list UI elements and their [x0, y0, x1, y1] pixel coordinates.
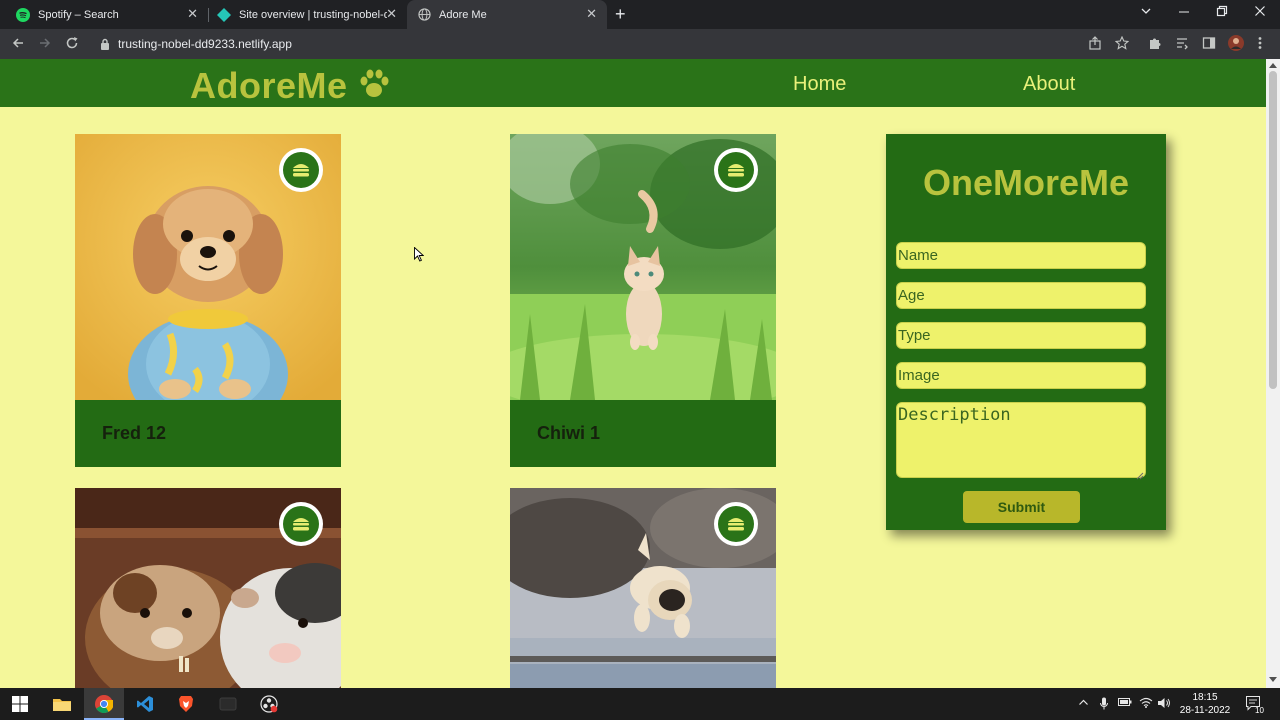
add-pet-form: OneMoreMe Submit [886, 134, 1166, 530]
description-textarea[interactable] [896, 402, 1146, 478]
extensions-puzzle-icon[interactable] [1148, 36, 1162, 53]
wifi-icon[interactable] [1139, 697, 1153, 712]
resize-handle-icon[interactable] [1136, 467, 1144, 480]
spotify-icon [16, 7, 30, 22]
name-input[interactable] [896, 242, 1146, 269]
pet-name-label: Fred 12 [102, 423, 167, 443]
tab-title: Spotify – Search [38, 8, 119, 21]
windows-start-icon[interactable] [10, 694, 30, 714]
scroll-down-arrow-icon[interactable] [1269, 677, 1277, 682]
profile-avatar[interactable] [1228, 35, 1244, 54]
window-close-icon[interactable] [1254, 5, 1266, 20]
burger-menu-badge-icon[interactable] [714, 148, 758, 192]
restore-icon[interactable] [1216, 5, 1228, 20]
brand-name: AdoreMe [190, 65, 348, 106]
system-clock[interactable]: 18:15 28-11-2022 [1176, 691, 1234, 717]
battery-icon[interactable] [1118, 697, 1132, 711]
notification-count-badge: 10 [1255, 706, 1264, 715]
lock-icon[interactable] [100, 37, 110, 55]
burger-icon [283, 506, 319, 542]
scroll-up-arrow-icon[interactable] [1269, 63, 1277, 68]
browser-toolbar: trusting-nobel-dd9233.netlify.app [0, 29, 1280, 59]
brave-icon[interactable] [176, 694, 196, 714]
address-bar[interactable]: trusting-nobel-dd9233.netlify.app [118, 37, 292, 51]
tab-title: Adore Me [439, 8, 487, 21]
new-tab-button[interactable]: + [615, 5, 626, 23]
tab-spotify[interactable]: Spotify – Search ✕ [8, 0, 208, 29]
file-explorer-icon[interactable] [52, 694, 72, 714]
burger-icon [718, 152, 754, 188]
burger-menu-badge-icon[interactable] [279, 148, 323, 192]
tab-close-icon[interactable]: ✕ [586, 7, 597, 21]
mouse-cursor-icon [414, 246, 425, 267]
globe-icon [417, 8, 431, 22]
share-icon[interactable] [1088, 36, 1102, 53]
bookmark-star-icon[interactable] [1114, 35, 1130, 53]
pet-card[interactable]: Chiwi 1 [510, 134, 776, 467]
pet-card[interactable] [75, 488, 341, 688]
paw-icon [358, 69, 390, 104]
side-panel-icon[interactable] [1202, 36, 1216, 53]
netlify-icon [217, 7, 231, 22]
burger-menu-badge-icon[interactable] [279, 502, 323, 546]
forward-arrow-icon[interactable] [38, 36, 52, 53]
back-arrow-icon[interactable] [11, 36, 25, 53]
age-input[interactable] [896, 282, 1146, 309]
form-title: OneMoreMe [922, 162, 1130, 203]
clock-date: 28-11-2022 [1179, 705, 1231, 716]
vscode-icon[interactable] [135, 694, 155, 714]
type-input[interactable] [896, 322, 1146, 349]
app-window-icon[interactable] [218, 694, 238, 714]
chrome-icon[interactable] [94, 694, 114, 714]
tab-search-chevron-icon[interactable] [1140, 5, 1152, 20]
tab-adore-me[interactable]: Adore Me ✕ [407, 0, 607, 29]
reload-icon[interactable] [65, 36, 79, 53]
speaker-volume-icon[interactable] [1157, 697, 1171, 713]
nav-home-link[interactable]: Home [793, 73, 846, 96]
clock-time: 18:15 [1192, 692, 1218, 703]
tab-title: Site overview | trusting-nobel-dd [239, 8, 387, 21]
reading-list-icon[interactable] [1175, 36, 1189, 53]
tab-netlify[interactable]: Site overview | trusting-nobel-dd ✕ [209, 0, 407, 29]
site-logo[interactable]: AdoreMe [190, 65, 390, 107]
minimize-icon[interactable] [1178, 5, 1190, 20]
scrollbar-thumb[interactable] [1269, 71, 1277, 389]
burger-icon [718, 506, 754, 542]
microphone-icon[interactable] [1099, 697, 1109, 714]
tab-close-icon[interactable]: ✕ [386, 7, 397, 21]
image-input[interactable] [896, 362, 1146, 389]
windows-taskbar: 18:15 28-11-2022 10 [0, 688, 1280, 720]
tab-close-icon[interactable]: ✕ [187, 7, 198, 21]
obs-record-icon[interactable] [259, 694, 279, 714]
tray-overflow-chevron-icon[interactable] [1078, 697, 1089, 712]
burger-icon [283, 152, 319, 188]
kebab-menu-icon[interactable] [1258, 36, 1262, 53]
pet-card[interactable]: Fred 12 [75, 134, 341, 467]
submit-button[interactable]: Submit [963, 491, 1080, 523]
page-scrollbar[interactable] [1266, 59, 1280, 688]
browser-tab-bar: Spotify – Search ✕ Site overview | trust… [0, 0, 1280, 29]
pet-card[interactable] [510, 488, 776, 688]
nav-about-link[interactable]: About [1023, 73, 1075, 96]
pet-name-label: Chiwi 1 [537, 423, 601, 443]
site-navbar: AdoreMe Home About [0, 59, 1266, 107]
burger-menu-badge-icon[interactable] [714, 502, 758, 546]
